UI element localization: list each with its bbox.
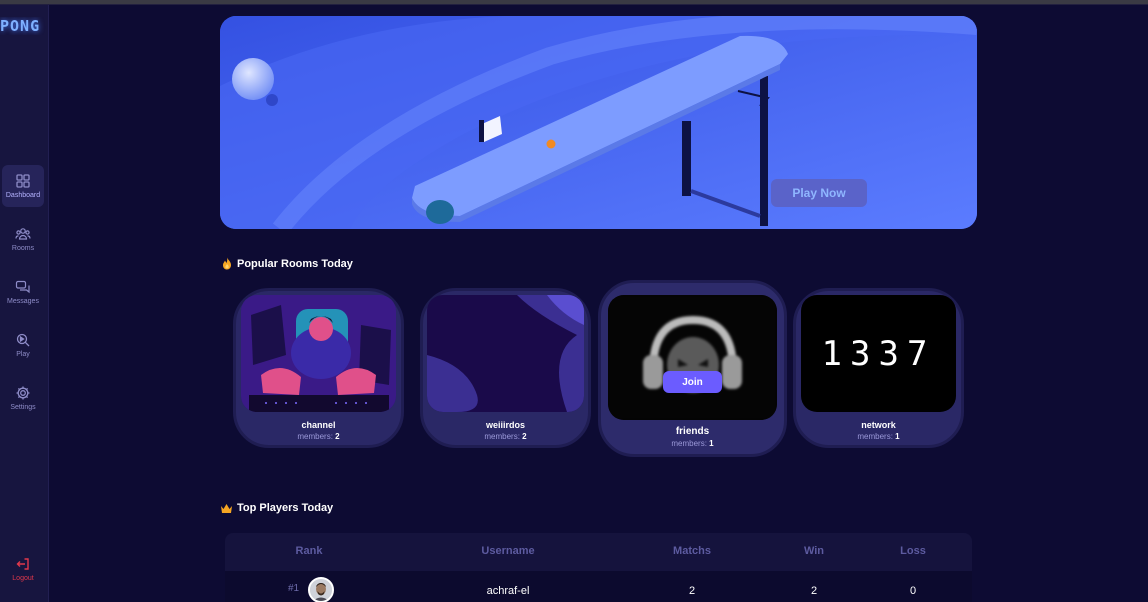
- room-name: friends: [675, 426, 710, 437]
- win-cell: 2: [810, 585, 818, 597]
- messages-icon: [15, 280, 30, 294]
- sidebar-item-settings[interactable]: Settings: [2, 377, 44, 419]
- sidebar-item-label: Settings: [10, 404, 36, 411]
- username-cell[interactable]: achraf-el: [448, 585, 568, 597]
- gamer-illustration: [241, 295, 396, 412]
- sidebar-item-label: Play: [16, 351, 30, 358]
- room-image-friends: [608, 295, 777, 420]
- crown-icon: [221, 503, 232, 513]
- logout-icon: [16, 558, 29, 570]
- room-image-weiiirdos: [427, 295, 584, 412]
- sidebar: PONG Dashboard Rooms Messages Play Setti…: [0, 5, 49, 602]
- sidebar-item-label: Messages: [7, 298, 39, 305]
- sidebar-item-rooms[interactable]: Rooms: [2, 218, 44, 260]
- room-name: channel: [301, 420, 336, 430]
- rank-value: #1: [288, 583, 300, 594]
- headphones-skull-image: [608, 295, 777, 420]
- matchs-cell: 2: [688, 585, 696, 597]
- column-header-matchs[interactable]: Matchs: [652, 545, 732, 557]
- column-header-win[interactable]: Win: [774, 545, 854, 557]
- section-title: Popular Rooms Today: [237, 257, 353, 270]
- join-room-button[interactable]: Join: [663, 371, 722, 393]
- fire-icon: [223, 257, 231, 270]
- window-top-bar: [0, 0, 1148, 5]
- column-header-username[interactable]: Username: [448, 545, 568, 557]
- logout-label: Logout: [12, 575, 34, 582]
- abstract-waves-image: [427, 295, 584, 412]
- sidebar-item-dashboard[interactable]: Dashboard: [2, 165, 44, 207]
- gear-icon: [16, 386, 30, 400]
- logout-button[interactable]: Logout: [2, 548, 44, 590]
- section-title: Top Players Today: [237, 502, 334, 514]
- app-logo: PONG: [0, 17, 41, 35]
- sidebar-item-label: Rooms: [11, 245, 35, 252]
- column-header-rank[interactable]: Rank: [269, 545, 349, 557]
- room-name: weiiirdos: [485, 420, 525, 430]
- room-image-channel: [241, 295, 396, 412]
- room-card-friends[interactable]: Join friends members: 1: [598, 280, 787, 457]
- room-card-weiiirdos[interactable]: weiiirdos members: 2: [420, 288, 591, 448]
- hero-banner: Play Now: [220, 16, 977, 229]
- sidebar-item-play[interactable]: Play: [2, 324, 44, 366]
- room-image-text: 1337: [821, 333, 936, 374]
- room-members: members: 2: [297, 432, 340, 441]
- room-members: members: 1: [857, 432, 900, 441]
- sidebar-item-label: Dashboard: [5, 192, 41, 199]
- column-header-loss[interactable]: Loss: [873, 545, 953, 557]
- room-members: members: 2: [484, 432, 527, 441]
- table-header: Rank Username Matchs Win Loss: [225, 533, 972, 571]
- room-image-network: 1337: [801, 295, 956, 412]
- room-card-network[interactable]: 1337 network members: 1: [793, 288, 964, 448]
- users-icon: [15, 228, 31, 240]
- popular-rooms-heading: Popular Rooms Today: [221, 257, 353, 270]
- loss-cell: 0: [909, 585, 917, 597]
- room-card-channel[interactable]: channel members: 2: [233, 288, 404, 448]
- top-players-table: Rank Username Matchs Win Loss #1 achraf-…: [225, 533, 972, 602]
- room-members: members: 1: [671, 439, 714, 448]
- room-name: network: [861, 420, 896, 430]
- user-avatar-image: [310, 579, 332, 601]
- play-now-button[interactable]: Play Now: [771, 179, 867, 207]
- table-row[interactable]: #1 achraf-el 2 2 0: [225, 571, 972, 602]
- play-search-icon: [16, 333, 30, 347]
- avatar[interactable]: [308, 577, 334, 602]
- sidebar-item-messages[interactable]: Messages: [2, 271, 44, 313]
- grid-icon: [16, 174, 30, 188]
- top-players-heading: Top Players Today: [220, 502, 333, 514]
